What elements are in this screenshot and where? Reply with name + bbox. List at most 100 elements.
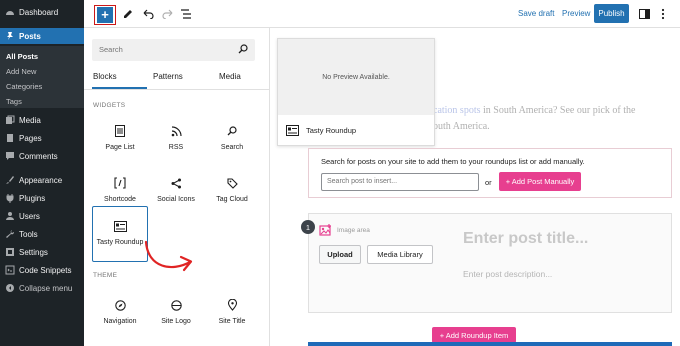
- menu-plugins[interactable]: Plugins: [0, 190, 84, 206]
- rss-icon: [171, 125, 182, 136]
- block-rss[interactable]: RSS: [148, 112, 204, 168]
- menu-posts[interactable]: Posts: [0, 28, 84, 44]
- block-tag-cloud-label: Tag Cloud: [216, 196, 248, 203]
- background-link[interactable]: cation spots: [433, 105, 481, 116]
- block-shortcode-label: Shortcode: [104, 196, 136, 203]
- settings-sidebar-toggle[interactable]: [637, 7, 651, 21]
- widgets-heading: WIDGETS: [93, 102, 126, 109]
- roundup-list-icon: [286, 125, 299, 136]
- preview-empty-message: No Preview Available.: [278, 39, 434, 115]
- roundup-search-help: Search for posts on your site to add the…: [321, 157, 585, 166]
- menu-tools[interactable]: Tools: [0, 226, 84, 242]
- menu-code-snippets-label: Code Snippets: [19, 265, 72, 275]
- add-post-manually-button[interactable]: + Add Post Manually: [499, 172, 581, 191]
- user-icon: [4, 210, 16, 222]
- item-number-badge: 1: [301, 220, 315, 234]
- undo-button[interactable]: [141, 8, 155, 20]
- tab-divider: [84, 89, 269, 90]
- block-page-list[interactable]: Page List: [92, 112, 148, 168]
- preview-block-card: Tasty Roundup: [286, 125, 356, 136]
- block-tag-cloud[interactable]: Tag Cloud: [204, 164, 260, 220]
- tab-patterns[interactable]: Patterns: [153, 72, 183, 81]
- submenu-tags[interactable]: Tags: [6, 97, 22, 106]
- menu-settings-label: Settings: [19, 247, 48, 257]
- document-overview-button[interactable]: [179, 8, 193, 20]
- paintbrush-icon: [4, 174, 16, 186]
- block-search-input[interactable]: Search: [92, 39, 255, 61]
- background-paragraph-line-1[interactable]: cation spots in South America? See our p…: [433, 105, 635, 116]
- menu-pages[interactable]: Pages: [0, 130, 84, 146]
- list-view-icon: [180, 9, 191, 19]
- compass-icon: [114, 299, 126, 311]
- block-social-icons[interactable]: Social Icons: [148, 164, 204, 220]
- block-site-logo-label: Site Logo: [161, 318, 191, 325]
- menu-plugins-label: Plugins: [19, 193, 46, 203]
- menu-settings[interactable]: Settings: [0, 244, 84, 260]
- settings-icon: [4, 246, 16, 258]
- block-rss-label: RSS: [168, 144, 184, 151]
- block-inserter-panel: Search Blocks Patterns Media WIDGETS Pag…: [84, 28, 270, 346]
- menu-media[interactable]: Media: [0, 112, 84, 128]
- block-navigation[interactable]: Navigation: [92, 286, 148, 342]
- submenu-categories[interactable]: Categories: [6, 82, 42, 91]
- menu-users[interactable]: Users: [0, 208, 84, 224]
- share-icon: [171, 178, 181, 188]
- block-site-title[interactable]: Site Title: [204, 286, 260, 342]
- tab-media[interactable]: Media: [219, 72, 241, 81]
- post-description-input[interactable]: Enter post description...: [463, 269, 552, 279]
- block-site-title-label: Site Title: [218, 318, 246, 325]
- block-social-icons-label: Social Icons: [157, 196, 195, 203]
- pencil-icon: [124, 10, 132, 18]
- submenu-add-new[interactable]: Add New: [6, 67, 36, 76]
- block-toolbar-edge: [308, 342, 672, 346]
- menu-appearance[interactable]: Appearance: [0, 172, 84, 188]
- submenu-all-posts[interactable]: All Posts: [6, 52, 38, 61]
- menu-comments-label: Comments: [19, 151, 58, 161]
- menu-comments[interactable]: Comments: [0, 148, 84, 164]
- upload-button[interactable]: Upload: [319, 245, 361, 264]
- map-marker-icon: [227, 299, 237, 311]
- options-menu-button[interactable]: [658, 7, 668, 21]
- menu-users-label: Users: [19, 211, 40, 221]
- post-title-input[interactable]: Enter post title...: [463, 230, 588, 248]
- pages-icon: [4, 132, 16, 144]
- block-navigation-label: Navigation: [103, 318, 137, 325]
- media-library-button[interactable]: Media Library: [367, 245, 433, 264]
- menu-collapse-label: Collapse menu: [19, 283, 73, 293]
- dashboard-icon: [4, 6, 16, 18]
- theme-heading: THEME: [93, 272, 118, 279]
- redo-button[interactable]: [160, 8, 174, 20]
- block-site-logo[interactable]: Site Logo: [148, 286, 204, 342]
- preview-button[interactable]: Preview: [562, 9, 590, 18]
- undo-icon: [143, 9, 154, 19]
- menu-code-snippets[interactable]: Code Snippets: [0, 262, 84, 278]
- block-inserter-toggle[interactable]: +: [94, 5, 116, 25]
- admin-sidebar: Dashboard Posts All Posts Add New Catego…: [0, 0, 84, 346]
- roundup-list-icon: [113, 220, 127, 232]
- block-editor-screen: Dashboard Posts All Posts Add New Catego…: [0, 0, 680, 346]
- publish-button[interactable]: Publish: [594, 4, 629, 23]
- menu-collapse[interactable]: Collapse menu: [0, 280, 84, 296]
- save-draft-button[interactable]: Save draft: [518, 9, 554, 18]
- code-icon: [4, 264, 16, 276]
- tab-blocks[interactable]: Blocks: [93, 72, 117, 81]
- editor-toolbar: + Save draft Preview Publish: [84, 0, 680, 28]
- pushpin-icon: [4, 30, 16, 42]
- background-text-1: in South America? See our pick of the: [480, 105, 636, 116]
- menu-dashboard[interactable]: Dashboard: [0, 4, 84, 20]
- page-list-icon: [115, 125, 125, 137]
- menu-tools-label: Tools: [19, 229, 38, 239]
- post-search-input[interactable]: Search post to insert...: [321, 173, 479, 191]
- edit-tool-button[interactable]: [121, 8, 135, 20]
- comments-icon: [4, 150, 16, 162]
- background-paragraph-line-2: outh America.: [433, 121, 490, 132]
- block-preview-popover: No Preview Available. Tasty Roundup: [277, 38, 435, 146]
- block-search-placeholder: Search: [99, 45, 123, 54]
- block-search[interactable]: Search: [204, 112, 260, 168]
- editor-canvas: cation spots in South America? See our p…: [270, 28, 680, 346]
- add-roundup-item-button[interactable]: + Add Roundup Item: [432, 327, 516, 343]
- block-page-list-label: Page List: [105, 144, 135, 151]
- search-block-icon: [227, 126, 237, 136]
- sidebar-icon: [638, 9, 650, 19]
- roundup-post-search: Search for posts on your site to add the…: [308, 148, 672, 198]
